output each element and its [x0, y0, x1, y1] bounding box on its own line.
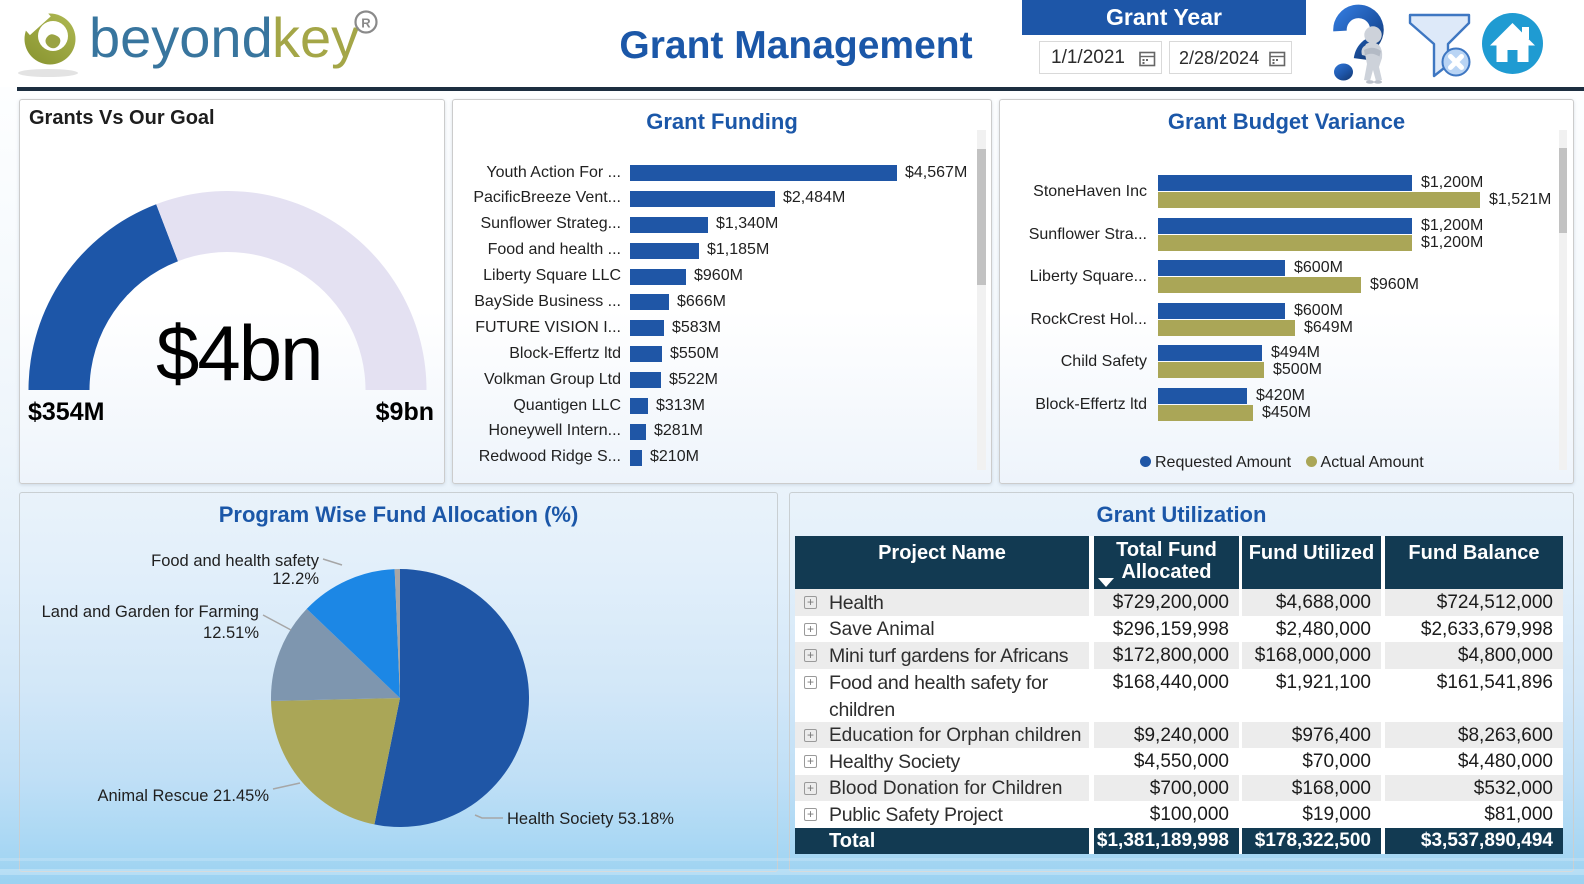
svg-text:key: key	[272, 6, 359, 69]
svg-text:R: R	[361, 16, 371, 31]
svg-text:beyond: beyond	[89, 6, 273, 69]
